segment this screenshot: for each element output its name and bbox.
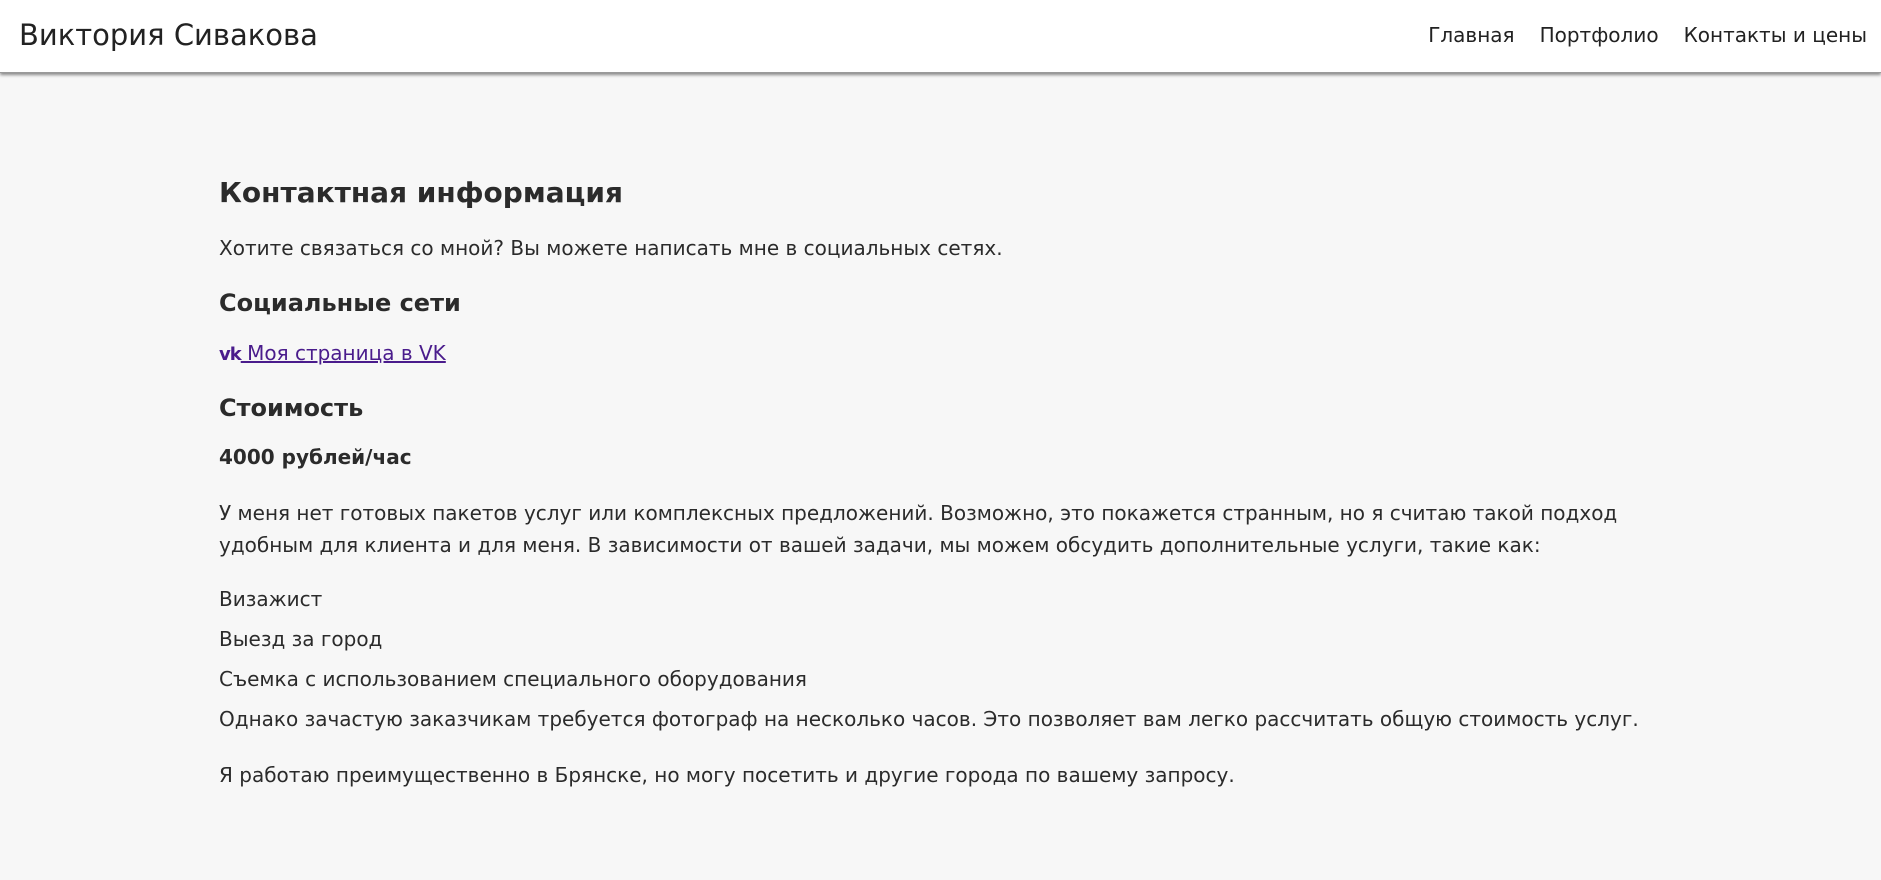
main-nav: Главная Портфолио Контакты и цены: [1428, 22, 1867, 48]
site-title[interactable]: Виктория Сивакова: [19, 17, 318, 53]
nav-item-contacts-prices[interactable]: Контакты и цены: [1684, 22, 1867, 48]
vk-link-label: Моя страница в VK: [240, 341, 446, 365]
list-item: Визажист: [219, 587, 323, 611]
list-item: Выезд за город: [219, 627, 383, 651]
vk-line: vk Моя страница в VK: [219, 337, 1679, 371]
note-location: Я работаю преимущественно в Брянске, но …: [219, 763, 1235, 787]
page-title: Контактная информация: [219, 176, 623, 209]
services-list: Визажист Выезд за город Съемка с использ…: [219, 583, 1679, 695]
price-description: У меня нет готовых пакетов услуг или ком…: [219, 501, 1618, 557]
nav-item-home[interactable]: Главная: [1428, 22, 1514, 48]
site-header: Виктория Сивакова Главная Портфолио Конт…: [0, 0, 1881, 73]
price-value: 4000 рублей/час: [219, 445, 412, 469]
price-heading: Стоимость: [219, 394, 364, 422]
note-hours: Однако зачастую заказчикам требуется фот…: [219, 707, 1639, 731]
vk-link[interactable]: vk Моя страница в VK: [219, 341, 446, 365]
vk-icon: vk: [219, 344, 242, 365]
main-content: Контактная информация Хотите связаться с…: [219, 172, 1679, 791]
nav-item-portfolio[interactable]: Портфолио: [1540, 22, 1659, 48]
social-heading: Социальные сети: [219, 289, 461, 317]
list-item: Съемка с использованием специального обо…: [219, 667, 807, 691]
intro-text: Хотите связаться со мной? Вы можете напи…: [219, 236, 1003, 260]
